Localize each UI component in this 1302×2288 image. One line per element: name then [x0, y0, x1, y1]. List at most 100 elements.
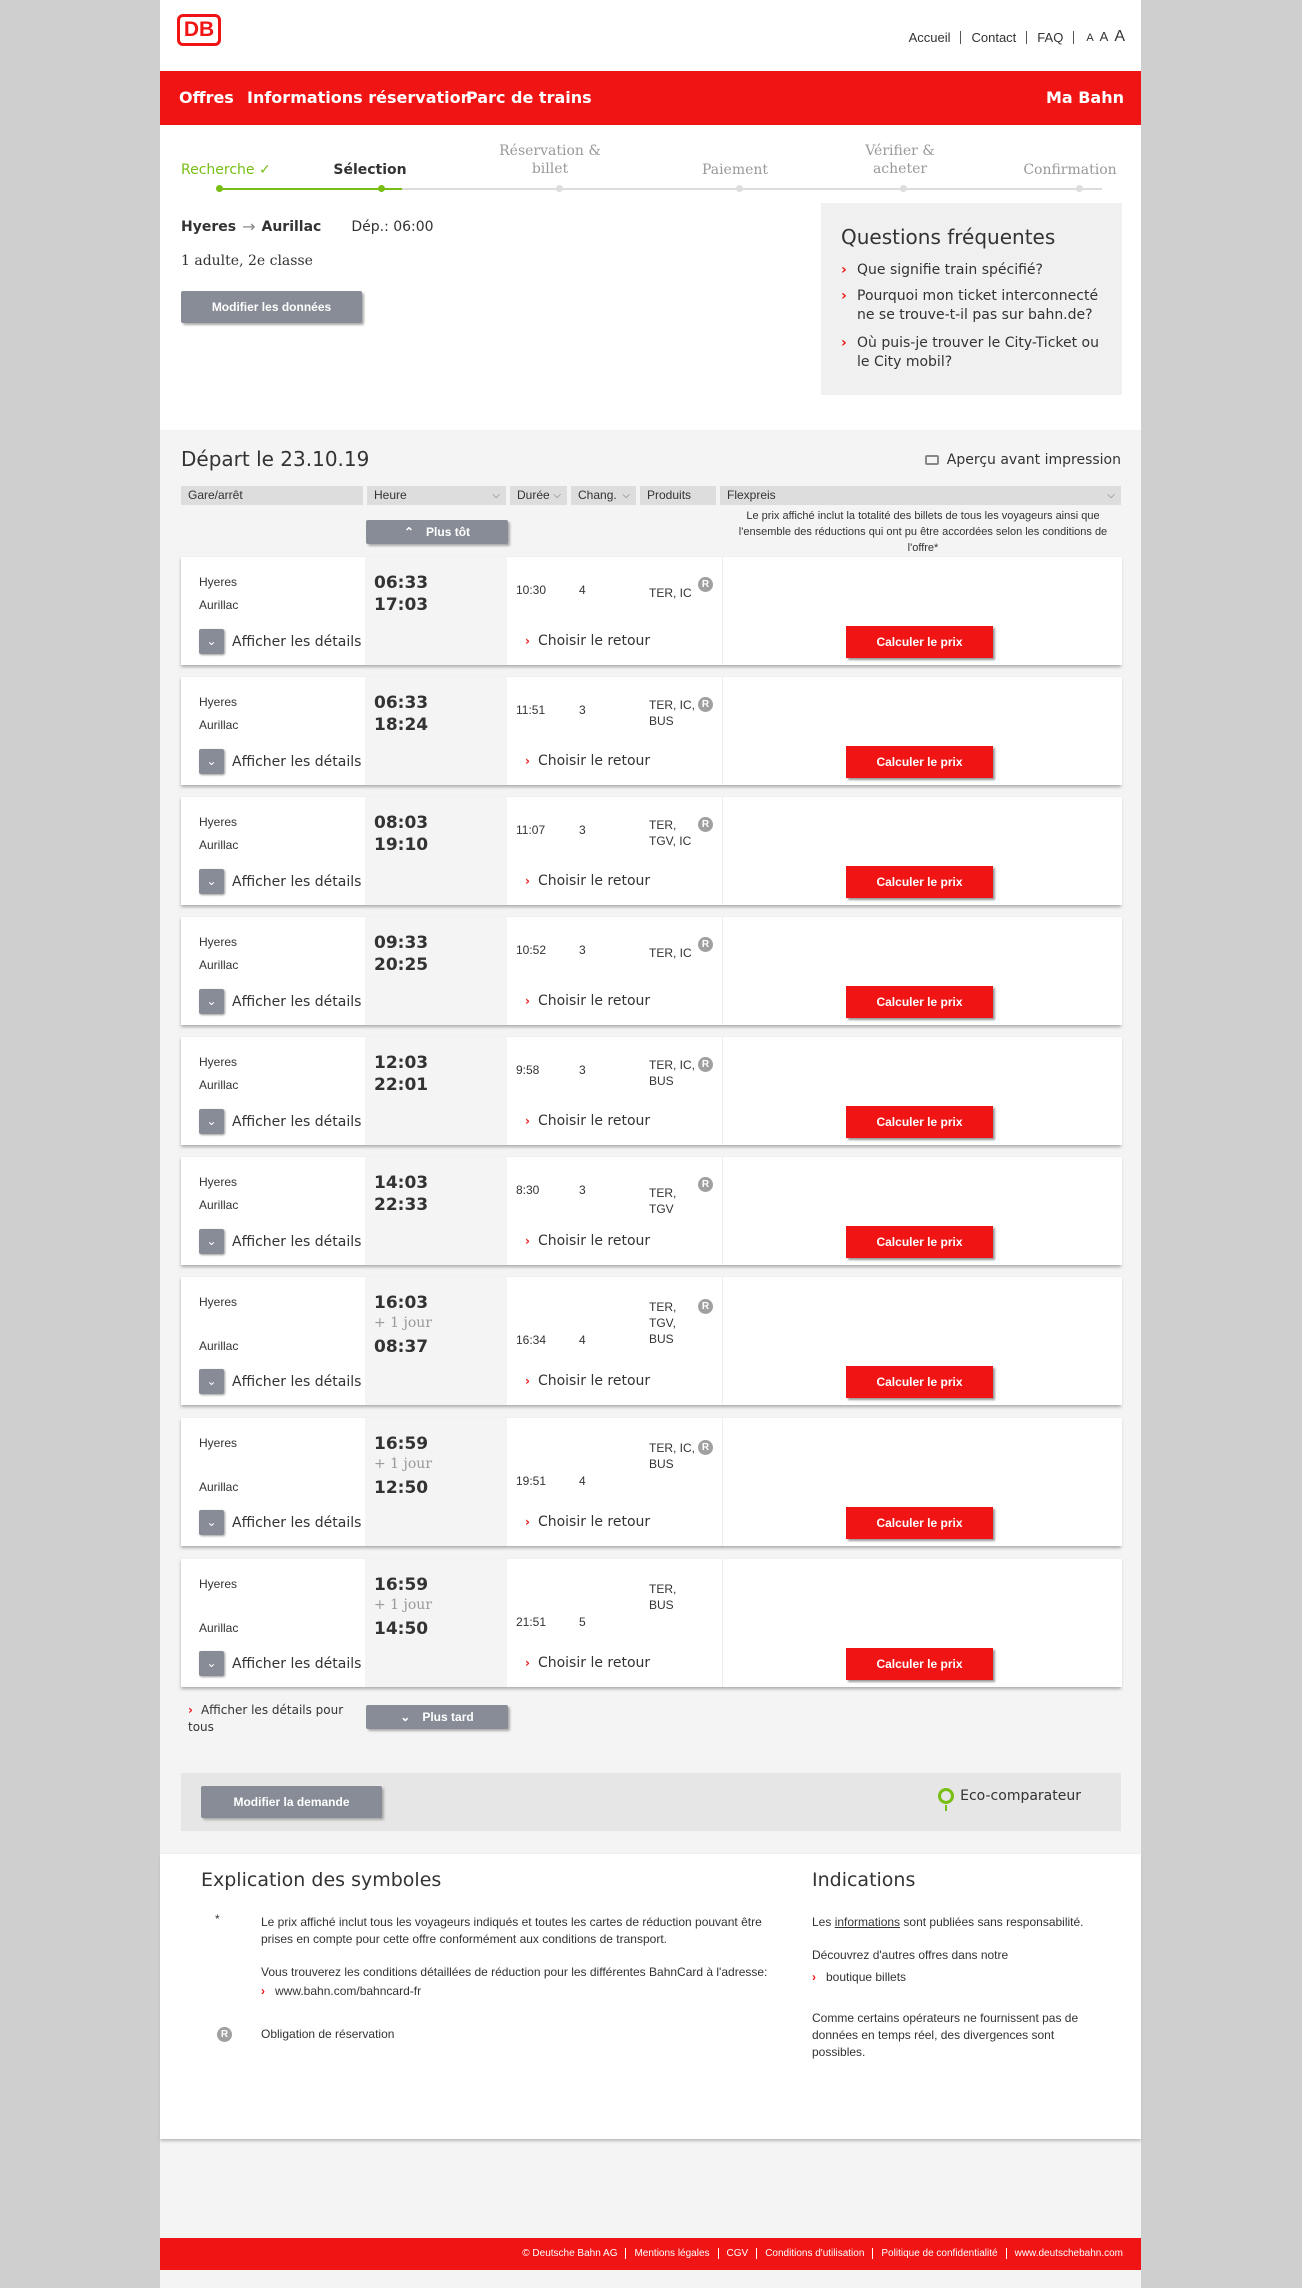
- link-accueil[interactable]: Accueil: [909, 30, 962, 44]
- duration: 8:30: [516, 1183, 540, 1197]
- reservation-required-icon: R: [698, 1440, 713, 1455]
- show-details-button[interactable]: ⌄ Afficher les détails: [199, 1510, 361, 1535]
- explanations-panel: Explication des symboles * Le prix affic…: [160, 1854, 1141, 2139]
- choose-return-link[interactable]: › Choisir le retour: [525, 873, 650, 889]
- print-preview[interactable]: Aperçu avant impression: [924, 452, 1121, 468]
- faq-item[interactable]: › Où puis-je trouver le City-Ticket ou le…: [841, 334, 1102, 372]
- calculate-price-button[interactable]: Calculer le prix: [846, 1106, 993, 1138]
- departure-time: 14:03: [374, 1173, 429, 1193]
- col-changes[interactable]: Chang. ⌵: [571, 486, 636, 505]
- footer-link[interactable]: Mentions légales: [626, 2248, 719, 2259]
- footer-link[interactable]: Politique de confidentialité: [873, 2248, 1007, 2259]
- calculate-price-button[interactable]: Calculer le prix: [846, 746, 993, 778]
- products: TER, BUS: [649, 1582, 677, 1612]
- modify-request-button[interactable]: Modifier la demande: [201, 1786, 382, 1818]
- col-flexpreis[interactable]: Flexpreis ⌵: [720, 486, 1121, 505]
- booking-wizard: Recherche ✓ Sélection Réservation & bill…: [160, 125, 1141, 430]
- col-duration[interactable]: Durée ⌵: [510, 486, 567, 505]
- calculate-price-button[interactable]: Calculer le prix: [846, 1648, 993, 1680]
- calculate-price-button[interactable]: Calculer le prix: [846, 626, 993, 658]
- boutique-link[interactable]: › boutique billets: [812, 1970, 906, 1984]
- chevron-right-icon: ›: [261, 1984, 265, 1998]
- choose-return-link[interactable]: › Choisir le retour: [525, 1373, 650, 1389]
- chevron-down-icon: ⌄: [199, 749, 224, 774]
- show-details-button[interactable]: ⌄ Afficher les détails: [199, 869, 361, 894]
- show-details-button[interactable]: ⌄ Afficher les détails: [199, 1651, 361, 1676]
- choose-return-link[interactable]: › Choisir le retour: [525, 1113, 650, 1129]
- eco-comparator[interactable]: Eco-comparateur: [938, 1788, 1081, 1811]
- chevron-down-icon: ⌄: [199, 1651, 224, 1676]
- indications-title: Indications: [812, 1869, 916, 1891]
- next-day-label: + 1 jour: [374, 1315, 433, 1331]
- calculate-price-button[interactable]: Calculer le prix: [846, 866, 993, 898]
- show-details-button[interactable]: ⌄ Afficher les détails: [199, 1229, 361, 1254]
- step-recherche[interactable]: Recherche ✓: [181, 161, 291, 179]
- chevron-right-icon: ›: [525, 1374, 530, 1388]
- departure-time: 06:33: [374, 573, 429, 593]
- departure-time: 12:03: [374, 1053, 429, 1073]
- font-size-medium[interactable]: A: [1100, 29, 1109, 44]
- nav-offres[interactable]: Offres: [179, 88, 234, 107]
- later-button[interactable]: ⌄ Plus tard: [366, 1705, 508, 1729]
- calculate-price-button[interactable]: Calculer le prix: [846, 986, 993, 1018]
- arrival-station: Aurillac: [199, 1480, 239, 1494]
- footer-link[interactable]: www.deutschebahn.com: [1007, 2248, 1131, 2259]
- chevron-right-icon: ›: [841, 262, 847, 278]
- chevron-down-icon: ⌄: [199, 629, 224, 654]
- chevron-down-icon: ⌄: [199, 1229, 224, 1254]
- step-dot-verifier: [900, 185, 907, 192]
- reservation-required-icon: R: [698, 1057, 713, 1072]
- route-from: Hyeres: [181, 218, 237, 235]
- link-contact[interactable]: Contact: [961, 30, 1028, 44]
- nav-informations-reservation[interactable]: Informations réservation: [247, 88, 472, 107]
- step-selection: Sélection: [333, 162, 407, 178]
- arrival-station: Aurillac: [199, 958, 239, 972]
- departure-time: 06:33: [374, 693, 429, 713]
- footer-link[interactable]: CGV: [719, 2248, 758, 2259]
- arrival-station: Aurillac: [199, 838, 239, 852]
- show-details-button[interactable]: ⌄ Afficher les détails: [199, 989, 361, 1014]
- footer-link[interactable]: Conditions d'utilisation: [757, 2248, 874, 2259]
- show-all-details[interactable]: › Afficher les détails pour tous: [188, 1702, 348, 1736]
- passengers: 1 adulte, 2e classe: [181, 253, 313, 269]
- chevron-down-icon: ⌄: [199, 1109, 224, 1134]
- chevron-down-icon: ⌵: [492, 490, 500, 501]
- printer-icon: [924, 455, 939, 465]
- connection-row: Hyeres Aurillac 16:59 + 1 jour 14:50 21:51 5 TE…: [181, 1559, 1122, 1687]
- show-details-button[interactable]: ⌄ Afficher les détails: [199, 1109, 361, 1134]
- calculate-price-button[interactable]: Calculer le prix: [846, 1366, 993, 1398]
- col-time[interactable]: Heure ⌵: [367, 486, 506, 505]
- indications-p2: Découvrez d'autres offres dans notre: [812, 1948, 1009, 1962]
- link-faq[interactable]: FAQ: [1027, 30, 1075, 44]
- informations-link[interactable]: informations: [835, 1915, 900, 1929]
- calculate-price-button[interactable]: Calculer le prix: [846, 1226, 993, 1258]
- earlier-button[interactable]: ⌃ Plus tôt: [366, 520, 508, 544]
- chevron-right-icon: ›: [525, 634, 530, 648]
- show-details-button[interactable]: ⌄ Afficher les détails: [199, 1369, 361, 1394]
- star-explanation: Le prix affiché inclut tous les voyageur…: [261, 1915, 762, 1946]
- chevron-right-icon: ›: [812, 1970, 816, 1984]
- choose-return-link[interactable]: › Choisir le retour: [525, 993, 650, 1009]
- chevron-down-icon: ⌄: [400, 1710, 411, 1724]
- departure-station: Hyeres: [199, 695, 238, 709]
- font-size-small[interactable]: A: [1086, 32, 1093, 44]
- nav-parc-de-trains[interactable]: Parc de trains: [466, 88, 592, 107]
- calculate-price-button[interactable]: Calculer le prix: [846, 1507, 993, 1539]
- font-size-large[interactable]: A: [1114, 28, 1125, 46]
- choose-return-link[interactable]: › Choisir le retour: [525, 1233, 650, 1249]
- faq-item[interactable]: › Que signifie train spécifié?: [841, 261, 1102, 280]
- choose-return-link[interactable]: › Choisir le retour: [525, 753, 650, 769]
- show-details-button[interactable]: ⌄ Afficher les détails: [199, 629, 361, 654]
- bahncard-link[interactable]: › www.bahn.com/bahncard-fr: [261, 1984, 421, 1998]
- arrival-station: Aurillac: [199, 1078, 239, 1092]
- choose-return-link[interactable]: › Choisir le retour: [525, 633, 650, 649]
- main-nav: Offres Informations réservation Parc de …: [160, 71, 1141, 125]
- departure-station: Hyeres: [199, 575, 238, 589]
- choose-return-link[interactable]: › Choisir le retour: [525, 1514, 650, 1530]
- modify-data-button[interactable]: Modifier les données: [181, 291, 362, 323]
- nav-ma-bahn[interactable]: Ma Bahn: [1046, 88, 1124, 107]
- choose-return-link[interactable]: › Choisir le retour: [525, 1655, 650, 1671]
- show-details-button[interactable]: ⌄ Afficher les détails: [199, 749, 361, 774]
- db-logo[interactable]: DB: [177, 14, 221, 46]
- faq-item[interactable]: › Pourquoi mon ticket interconnecté ne se…: [841, 287, 1102, 325]
